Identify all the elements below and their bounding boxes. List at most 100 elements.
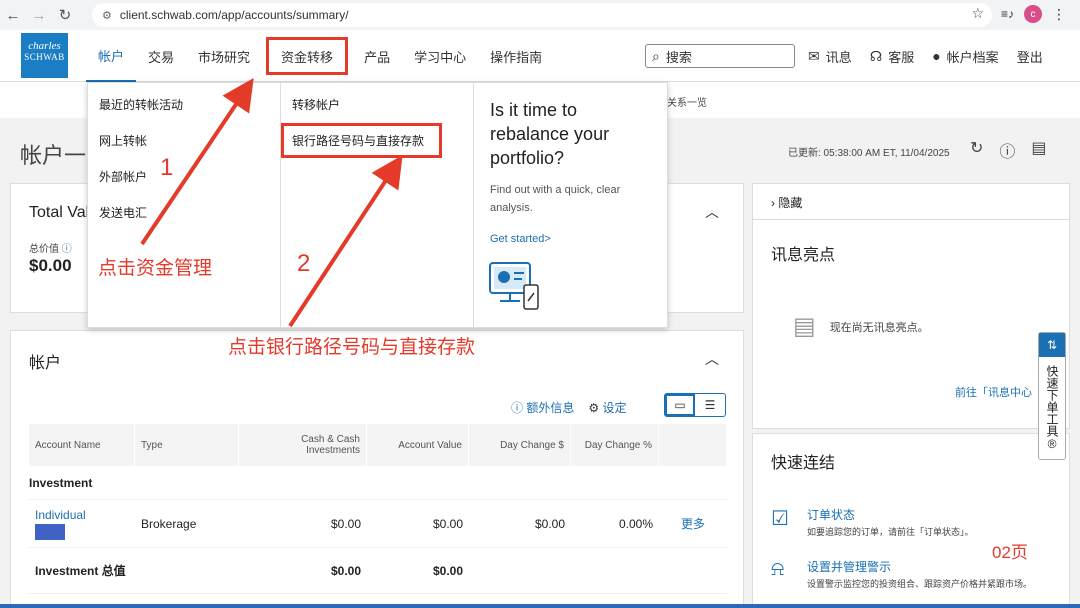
nav-accounts[interactable]: 帐户: [86, 30, 137, 82]
browser-menu-icon[interactable]: ⋮: [1052, 6, 1066, 23]
col-type: Type: [135, 424, 239, 466]
quick-trade-label: 快速下单工具®: [1045, 365, 1059, 451]
dropdown-col-2: 转移帐户 银行路径号码与直接存款: [281, 83, 474, 327]
col-day-change: Day Change $: [469, 424, 571, 466]
table-row: Individual Brokerage $0.00 $0.00 $0.00 0…: [29, 500, 727, 548]
reload-icon[interactable]: ↻: [52, 2, 78, 28]
bookmark-star-icon[interactable]: ☆: [971, 5, 984, 22]
page-marker: 02页: [992, 543, 1028, 562]
title-actions: ↻ ⓘ ▤: [970, 138, 1047, 162]
nav-trade[interactable]: 交易: [136, 30, 186, 82]
nav-products[interactable]: 产品: [352, 30, 402, 82]
menu-routing-direct-deposit[interactable]: 银行路径号码与直接存款: [292, 132, 424, 149]
quick-link-title: 订单状态: [807, 508, 856, 522]
get-started-link[interactable]: Get started>: [490, 233, 551, 245]
quick-trade-tab[interactable]: ⇅ 快速下单工具®: [1038, 332, 1066, 460]
updated-timestamp: 已更新: 05:38:00 AM ET, 11/04/2025: [788, 148, 950, 159]
forward-icon[interactable]: →: [26, 2, 52, 28]
news-panel: › 隐藏 讯息亮点 ▤ 现在尚无讯息亮点。 前往「讯息中心: [752, 183, 1070, 429]
quick-links-panel: 快速连结 ☑ 订单状态 如要追踪您的订单，请前往「订单状态」。 ⍾ 设置并管理警…: [752, 433, 1070, 608]
service-label: 客服: [888, 49, 915, 65]
col-day-change-pct: Day Change %: [571, 424, 659, 466]
logo-line2: SCHWAB: [24, 52, 65, 62]
annotation-number-1: 1: [160, 154, 174, 181]
total-type-empty: [135, 548, 239, 593]
help-icon[interactable]: ⓘ: [999, 138, 1015, 162]
accounts-collapse-chevron-icon[interactable]: ︿: [705, 349, 719, 369]
annotation-number-2: 2: [297, 250, 311, 277]
account-type: Brokerage: [141, 516, 197, 531]
address-bar[interactable]: ⚙ client.schwab.com/app/accounts/summary…: [92, 3, 992, 27]
menu-wire-transfer[interactable]: 发送电汇: [99, 204, 147, 221]
collapse-chevron-icon[interactable]: ︿: [705, 202, 719, 222]
messages-link[interactable]: ✉ 讯息: [808, 47, 852, 66]
media-icon[interactable]: ≡♪: [1001, 7, 1014, 21]
hide-toggle[interactable]: › 隐藏: [771, 194, 802, 211]
menu-recent-transfers[interactable]: 最近的转帐活动: [99, 96, 183, 113]
headset-icon: ☊: [869, 47, 883, 64]
more-link[interactable]: 更多: [659, 500, 727, 547]
main-nav: 帐户 交易 市场研究 资金转移 产品 学习中心 操作指南: [86, 30, 554, 82]
accounts-table: Account Name Type Cash & Cash Investment…: [29, 424, 727, 594]
dropdown-col-1: 最近的转帐活动 网上转帐 外部帐户 发送电汇: [88, 83, 281, 327]
news-empty-state: ▤ 现在尚无讯息亮点。: [793, 312, 929, 341]
analysis-illustration-icon: [489, 262, 539, 310]
browser-chrome: ← → ↻ ⚙ client.schwab.com/app/accounts/s…: [0, 0, 1080, 30]
print-icon[interactable]: ▤: [1031, 138, 1046, 162]
header-links: ✉ 讯息 ☊ 客服 ● 帐户档案 登出: [808, 30, 1043, 82]
url-text: client.schwab.com/app/accounts/summary/: [119, 8, 349, 22]
messages-label: 讯息: [825, 49, 852, 65]
quick-link-desc: 如要追踪您的订单，请前往「订单状态」。: [807, 527, 974, 537]
account-link[interactable]: Individual: [35, 508, 86, 522]
service-link[interactable]: ☊ 客服: [870, 47, 914, 66]
table-header: Account Name Type Cash & Cash Investment…: [29, 424, 727, 466]
quick-link-orders[interactable]: ☑ 订单状态 如要追踪您的订单，请前往「订单状态」。: [771, 506, 1061, 539]
mail-icon: ✉: [808, 47, 820, 64]
schwab-logo[interactable]: charles SCHWAB: [21, 33, 68, 78]
bell-icon: ⍾: [771, 558, 785, 580]
total-cash: $0.00: [330, 563, 361, 578]
settings-link[interactable]: ⚙ 设定: [588, 399, 626, 416]
total-value-amount: $0.00: [29, 256, 72, 275]
card-view-icon[interactable]: ▭: [665, 394, 695, 416]
profile-link[interactable]: ● 帐户档案: [932, 47, 998, 66]
accounts-tools: ⓘ 额外信息 ⚙ 设定: [511, 399, 626, 416]
day-change: $0.00: [534, 516, 565, 531]
accounts-title: 帐户: [29, 355, 62, 372]
message-center-link[interactable]: 前往「讯息中心: [955, 384, 1032, 400]
relationship-link[interactable]: 关系一览: [667, 94, 707, 109]
menu-online-transfer[interactable]: 网上转帐: [99, 132, 147, 149]
extra-info-link[interactable]: ⓘ 额外信息: [511, 399, 574, 416]
site-info-icon[interactable]: ⚙: [102, 9, 112, 22]
bottom-bar: [0, 604, 1080, 608]
total-label: Investment 总值: [35, 564, 126, 578]
col-account-name: Account Name: [29, 424, 135, 466]
total-value: $0.00: [432, 563, 463, 578]
promo-title: Is it time to rebalance your portfolio?: [490, 100, 610, 168]
list-view-icon[interactable]: ☰: [695, 394, 725, 416]
group-label: Investment: [29, 475, 93, 490]
nav-guide[interactable]: 操作指南: [478, 30, 554, 82]
profile-avatar[interactable]: c: [1024, 5, 1042, 23]
search-icon: ⌕: [652, 47, 660, 64]
search-input[interactable]: ⌕ 搜索: [645, 44, 795, 68]
info-icon[interactable]: ⓘ: [62, 244, 72, 255]
annotation-step-2: 点击银行路径号码与直接存款: [228, 337, 476, 358]
menu-transfer-account[interactable]: 转移帐户: [292, 96, 340, 113]
nav-learning[interactable]: 学习中心: [402, 30, 478, 82]
nav-move-money[interactable]: 资金转移: [266, 37, 349, 75]
news-title: 讯息亮点: [771, 247, 836, 264]
menu-external-accounts[interactable]: 外部帐户: [99, 168, 147, 185]
nav-research[interactable]: 市场研究: [186, 30, 262, 82]
move-money-dropdown: 最近的转帐活动 网上转帐 外部帐户 发送电汇 转移帐户 银行路径号码与直接存款 …: [87, 82, 668, 328]
browser-toolbar-right: ≡♪ c ⋮: [1001, 5, 1066, 23]
annotation-step-1: 点击资金管理: [98, 258, 213, 279]
cash-value: $0.00: [330, 516, 361, 531]
back-icon[interactable]: ←: [0, 2, 26, 28]
refresh-icon[interactable]: ↻: [970, 138, 983, 162]
logout-link[interactable]: 登出: [1017, 47, 1043, 66]
day-change-pct: 0.00%: [618, 516, 653, 531]
total-row: Investment 总值 $0.00 $0.00: [29, 548, 727, 594]
profile-label: 帐户档案: [946, 49, 999, 65]
document-icon: ▤: [793, 313, 816, 340]
